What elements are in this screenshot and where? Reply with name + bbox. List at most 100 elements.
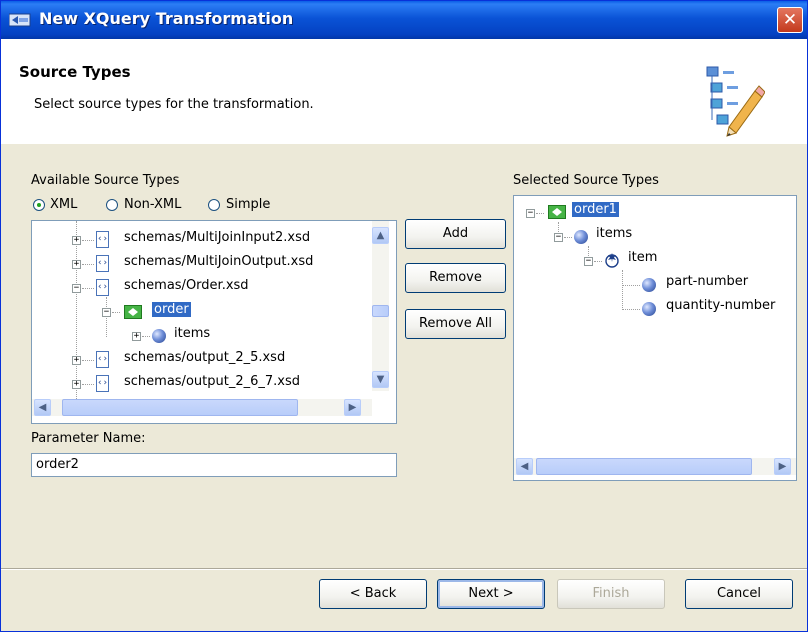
window-title: New XQuery Transformation bbox=[39, 9, 294, 28]
next-button[interactable]: Next > bbox=[437, 579, 545, 609]
scroll-thumb[interactable] bbox=[62, 399, 298, 416]
tree-item[interactable]: + ‹› schemas/MultiJoinOutput.xsd bbox=[32, 253, 372, 275]
tree-item[interactable]: + ‹› schemas/MultiJoinInput2.xsd bbox=[32, 229, 372, 251]
wizard-banner: Source Types Select source types for the… bbox=[1, 39, 807, 144]
parameter-name-input[interactable]: order2 bbox=[31, 453, 397, 477]
finish-button[interactable]: Finish bbox=[557, 579, 665, 609]
repeating-element-icon bbox=[605, 253, 619, 268]
dialog-icon bbox=[9, 13, 31, 27]
horizontal-scrollbar[interactable]: ◀ ▶ bbox=[514, 458, 796, 475]
scroll-left-icon[interactable]: ◀ bbox=[516, 458, 533, 475]
tree-connector bbox=[564, 237, 572, 238]
tree-connector bbox=[82, 240, 94, 241]
add-button[interactable]: Add bbox=[405, 219, 506, 249]
footer-separator-highlight bbox=[1, 569, 807, 570]
back-button[interactable]: < Back bbox=[319, 579, 427, 609]
xsd-file-icon: ‹› bbox=[96, 231, 109, 248]
tree-item-label: schemas/Order.xsd bbox=[124, 278, 249, 293]
banner-separator bbox=[1, 143, 807, 144]
tree-item[interactable]: + ‹› schemas/output_2_6_7.xsd bbox=[32, 373, 372, 395]
radio-xml-label[interactable]: XML bbox=[50, 197, 77, 212]
xsd-file-icon: ‹› bbox=[96, 375, 109, 392]
scroll-thumb[interactable] bbox=[372, 305, 389, 317]
tree-connector bbox=[82, 384, 94, 385]
tree-item-label: schemas/MultiJoinOutput.xsd bbox=[124, 254, 314, 269]
tree-item-label: part-number bbox=[666, 274, 749, 289]
tree-connector bbox=[82, 360, 94, 361]
tree-item[interactable]: − ‹› schemas/Order.xsd bbox=[32, 277, 372, 299]
collapse-icon[interactable]: − bbox=[584, 257, 593, 266]
tree-item-label: item bbox=[628, 250, 658, 265]
expand-icon[interactable]: + bbox=[72, 356, 81, 365]
scroll-up-icon[interactable]: ▲ bbox=[372, 227, 389, 244]
tree-item-label: schemas/output_2_5.xsd bbox=[124, 350, 286, 365]
title-bar[interactable]: New XQuery Transformation ✕ bbox=[1, 1, 807, 39]
expand-icon[interactable]: + bbox=[132, 332, 141, 341]
parameter-name-label: Parameter Name: bbox=[31, 431, 146, 446]
tree-item[interactable]: part-number bbox=[514, 273, 794, 295]
scroll-right-icon[interactable]: ▶ bbox=[774, 458, 791, 475]
tree-connector bbox=[622, 309, 640, 310]
vertical-scrollbar[interactable]: ▲ ▼ bbox=[372, 221, 389, 391]
tree-item-label: items bbox=[596, 226, 633, 241]
tree-item-label: quantity-number bbox=[666, 298, 776, 313]
complex-element-icon bbox=[152, 329, 166, 343]
xsd-file-icon: ‹› bbox=[96, 279, 109, 296]
tree-connector bbox=[622, 285, 640, 286]
page-title: Source Types bbox=[19, 63, 131, 81]
page-description: Select source types for the transformati… bbox=[34, 97, 314, 112]
tree-item[interactable]: − items bbox=[514, 225, 794, 247]
collapse-icon[interactable]: − bbox=[526, 209, 535, 218]
radio-simple[interactable] bbox=[208, 199, 220, 211]
scroll-right-icon[interactable]: ▶ bbox=[344, 399, 361, 416]
schema-pencil-icon bbox=[706, 66, 765, 137]
simple-element-icon bbox=[642, 302, 656, 316]
element-icon bbox=[548, 205, 566, 219]
tree-connector bbox=[142, 336, 150, 337]
close-icon: ✕ bbox=[782, 10, 798, 30]
cancel-button[interactable]: Cancel bbox=[685, 579, 793, 609]
radio-xml[interactable] bbox=[33, 199, 45, 211]
scroll-down-icon[interactable]: ▼ bbox=[372, 371, 389, 388]
tree-item-label: schemas/output_2_6_7.xsd bbox=[124, 374, 300, 389]
tree-item-label: order bbox=[152, 302, 191, 317]
complex-element-icon bbox=[574, 230, 588, 244]
selected-source-types-label: Selected Source Types bbox=[513, 173, 659, 188]
scroll-left-icon[interactable]: ◀ bbox=[34, 399, 51, 416]
collapse-icon[interactable]: − bbox=[554, 233, 563, 242]
expand-icon[interactable]: + bbox=[72, 236, 81, 245]
horizontal-scrollbar[interactable]: ◀ ▶ bbox=[32, 399, 372, 416]
expand-icon[interactable]: + bbox=[72, 380, 81, 389]
tree-connector bbox=[536, 213, 544, 214]
dialog-window: New XQuery Transformation ✕ Source Types… bbox=[0, 0, 808, 632]
tree-item[interactable]: − order bbox=[32, 301, 372, 323]
simple-element-icon bbox=[642, 278, 656, 292]
remove-button[interactable]: Remove bbox=[405, 263, 506, 293]
close-button[interactable]: ✕ bbox=[777, 7, 803, 33]
available-types-tree[interactable]: + ‹› schemas/MultiJoinInput2.xsd + ‹› sc… bbox=[31, 220, 397, 424]
tree-item[interactable]: − item bbox=[514, 249, 794, 271]
element-icon bbox=[124, 305, 142, 319]
tree-item-label: schemas/MultiJoinInput2.xsd bbox=[124, 230, 311, 245]
expand-icon[interactable]: + bbox=[72, 260, 81, 269]
tree-item-label: order1 bbox=[572, 202, 619, 217]
tree-item[interactable]: + ‹› schemas/output_2_5.xsd bbox=[32, 349, 372, 371]
tree-connector bbox=[82, 264, 94, 265]
selected-types-tree[interactable]: − order1 − items − item part-number quan… bbox=[513, 195, 797, 481]
radio-non-xml-label[interactable]: Non-XML bbox=[124, 197, 181, 212]
collapse-icon[interactable]: − bbox=[72, 284, 81, 293]
available-source-types-label: Available Source Types bbox=[31, 173, 180, 188]
scroll-thumb[interactable] bbox=[536, 458, 752, 475]
tree-connector bbox=[594, 261, 602, 262]
collapse-icon[interactable]: − bbox=[102, 308, 111, 317]
tree-connector bbox=[82, 288, 94, 289]
tree-item[interactable]: + items bbox=[32, 325, 372, 347]
tree-item-label: items bbox=[174, 326, 211, 341]
tree-item[interactable]: − order1 bbox=[514, 201, 794, 223]
tree-connector bbox=[112, 312, 120, 313]
radio-non-xml[interactable] bbox=[106, 199, 118, 211]
radio-simple-label[interactable]: Simple bbox=[226, 197, 270, 212]
remove-all-button[interactable]: Remove All bbox=[405, 309, 506, 339]
tree-item[interactable]: quantity-number bbox=[514, 297, 794, 319]
xsd-file-icon: ‹› bbox=[96, 255, 109, 272]
